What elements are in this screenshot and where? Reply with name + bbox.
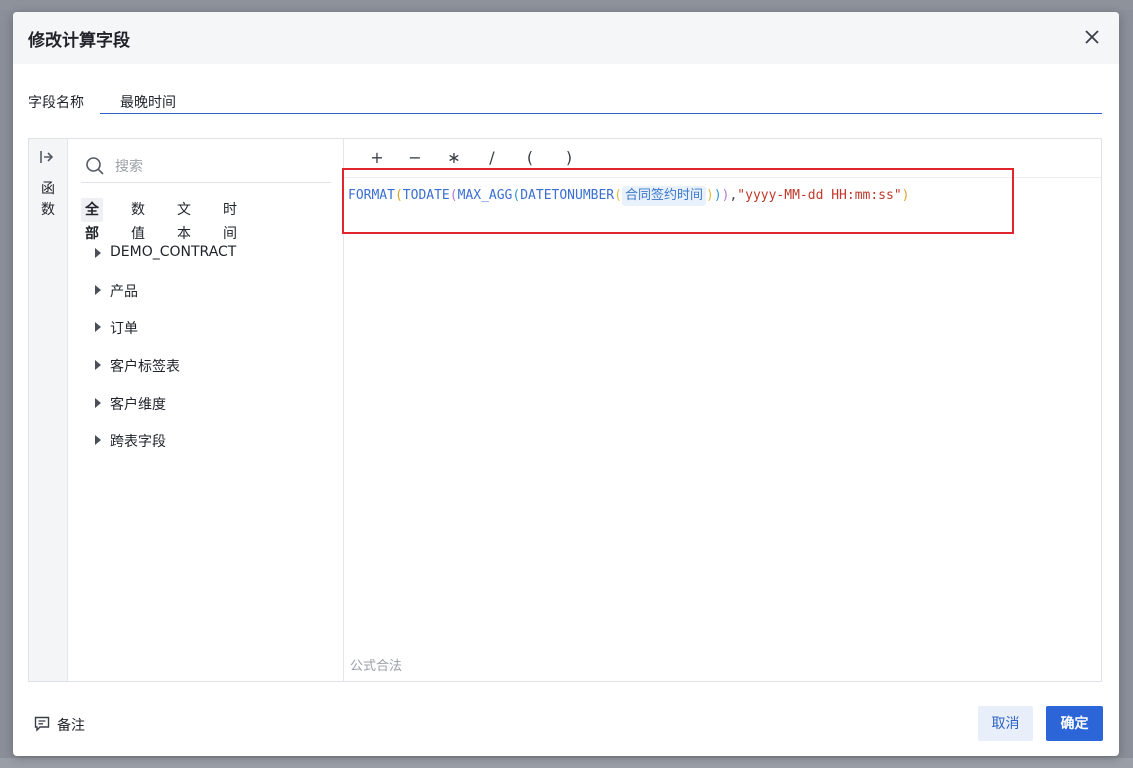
- paren: (: [614, 188, 622, 203]
- caret-right-icon: [95, 435, 101, 445]
- confirm-button[interactable]: 确定: [1046, 706, 1103, 741]
- tree-item-label: 产品: [110, 284, 138, 300]
- paren: (: [449, 188, 458, 203]
- operator-toolbar: + − ∗ / ( ): [344, 139, 1101, 178]
- operator-plus-button[interactable]: +: [366, 146, 388, 170]
- paren: ): [705, 188, 714, 203]
- paren: ): [713, 188, 722, 203]
- caret-right-icon: [95, 360, 101, 370]
- edit-calculated-field-dialog: 修改计算字段 字段名称 函数 全部 数值 文本: [13, 12, 1119, 756]
- operator-minus-button[interactable]: −: [404, 146, 426, 170]
- tree-item-product[interactable]: 产品: [95, 280, 325, 302]
- tab-text[interactable]: 文本: [173, 198, 195, 242]
- search-box: [81, 149, 331, 183]
- caret-right-icon: [95, 248, 101, 258]
- tree-item-customer-tags[interactable]: 客户标签表: [95, 355, 325, 377]
- close-icon[interactable]: [1081, 26, 1103, 48]
- formula-status: 公式合法: [350, 659, 403, 674]
- tree-item-demo-contract[interactable]: DEMO_CONTRACT: [95, 243, 325, 265]
- comment-icon: [34, 716, 50, 732]
- search-icon: [85, 156, 105, 176]
- tree-item-customer-dimension[interactable]: 客户维度: [95, 393, 325, 415]
- operator-divide-button[interactable]: /: [481, 146, 503, 170]
- collapse-arrow-icon[interactable]: [40, 151, 54, 167]
- tree-item-order[interactable]: 订单: [95, 317, 325, 339]
- field-panel: 全部 数值 文本 时间 DEMO_CONTRACT 产品 订单: [68, 139, 344, 681]
- dialog-header: 修改计算字段: [13, 12, 1119, 64]
- tree-item-label: 客户维度: [110, 397, 166, 413]
- field-token[interactable]: 合同签约时间: [621, 186, 706, 206]
- field-name-row: 字段名称: [28, 90, 1103, 116]
- formula-text[interactable]: FORMAT(TODATE(MAX_AGG(DATETONUMBER(合同签约时…: [348, 185, 910, 207]
- field-name-label: 字段名称: [28, 95, 84, 111]
- backdrop-top: [0, 0, 1133, 10]
- formula-editor: 函数 全部 数值 文本 时间 DEMO_CONTRACT: [28, 138, 1102, 682]
- tree-item-label: 订单: [110, 321, 138, 337]
- operator-open-paren-button[interactable]: (: [519, 146, 541, 170]
- caret-right-icon: [95, 285, 101, 295]
- tab-time[interactable]: 时间: [219, 198, 241, 242]
- function-rail[interactable]: 函数: [29, 139, 68, 681]
- paren: (: [394, 188, 403, 203]
- caret-right-icon: [95, 322, 101, 332]
- tree-item-cross-table-fields[interactable]: 跨表字段: [95, 430, 325, 452]
- tab-number[interactable]: 数值: [127, 198, 149, 242]
- backdrop-bottom: [0, 758, 1133, 768]
- search-input[interactable]: [113, 155, 327, 179]
- operator-multiply-button[interactable]: ∗: [443, 146, 465, 170]
- formula-area: + − ∗ / ( ) FORMAT(TODATE(MAX_AGG(DATETO…: [342, 139, 1101, 681]
- tree-item-label: 跨表字段: [110, 434, 166, 450]
- tree-item-label: 客户标签表: [110, 359, 180, 375]
- field-name-input[interactable]: [100, 90, 1102, 114]
- function-rail-label: 函数: [41, 181, 55, 218]
- operator-close-paren-button[interactable]: ): [558, 146, 580, 170]
- paren: ): [901, 188, 910, 203]
- function-max-agg: MAX_AGG: [457, 188, 513, 203]
- function-format: FORMAT: [348, 188, 395, 203]
- format-string: "yyyy-MM-dd HH:mm:ss": [737, 188, 902, 203]
- function-todate: TODATE: [402, 188, 450, 203]
- tab-all[interactable]: 全部: [81, 198, 103, 242]
- remark-label: 备注: [57, 718, 85, 734]
- tree-item-label: DEMO_CONTRACT: [110, 244, 237, 260]
- cancel-button[interactable]: 取消: [978, 706, 1033, 741]
- caret-right-icon: [95, 398, 101, 408]
- function-datetonumber: DATETONUMBER: [520, 188, 615, 203]
- dialog-title: 修改计算字段: [28, 31, 130, 51]
